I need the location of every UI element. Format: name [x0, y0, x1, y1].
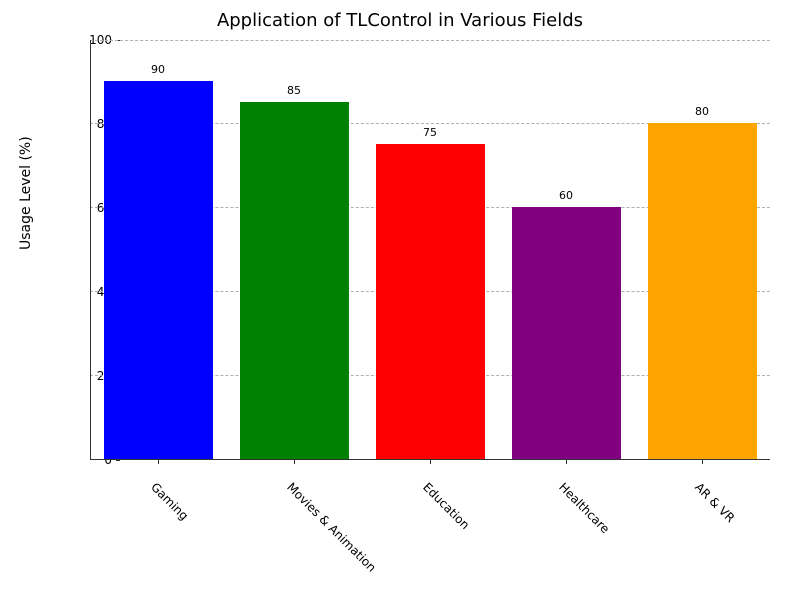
xtick-label-3: Healthcare: [556, 480, 612, 536]
xtick-mark-0: [158, 460, 159, 464]
xtick-label-2: Education: [420, 480, 472, 532]
bar-label-education: 75: [376, 126, 485, 139]
y-axis-label: Usage Level (%): [18, 136, 34, 250]
bar-label-ar-vr: 80: [648, 105, 757, 118]
xtick-mark-2: [430, 460, 431, 464]
bar-label-healthcare: 60: [512, 189, 621, 202]
bar-ar-vr: 80: [648, 123, 757, 459]
xtick-mark-1: [294, 460, 295, 464]
bar-label-movies-animation: 85: [240, 84, 349, 97]
xtick-mark-4: [702, 460, 703, 464]
xtick-label-0: Gaming: [148, 480, 191, 523]
grid-y-100: [90, 40, 770, 41]
bar-education: 75: [376, 144, 485, 459]
chart-title: Application of TLControl in Various Fiel…: [0, 10, 800, 31]
bar-label-gaming: 90: [104, 63, 213, 76]
chart-figure: Application of TLControl in Various Fiel…: [0, 0, 800, 601]
bar-gaming: 90: [104, 81, 213, 459]
plot-area: 90 85 75 60 80 Gaming Movies & Animation…: [90, 40, 770, 460]
xtick-label-4: AR & VR: [692, 480, 737, 525]
xtick-mark-3: [566, 460, 567, 464]
xtick-label-1: Movies & Animation: [284, 480, 379, 575]
bar-healthcare: 60: [512, 207, 621, 459]
spine-left: [90, 40, 91, 460]
bar-movies-animation: 85: [240, 102, 349, 459]
